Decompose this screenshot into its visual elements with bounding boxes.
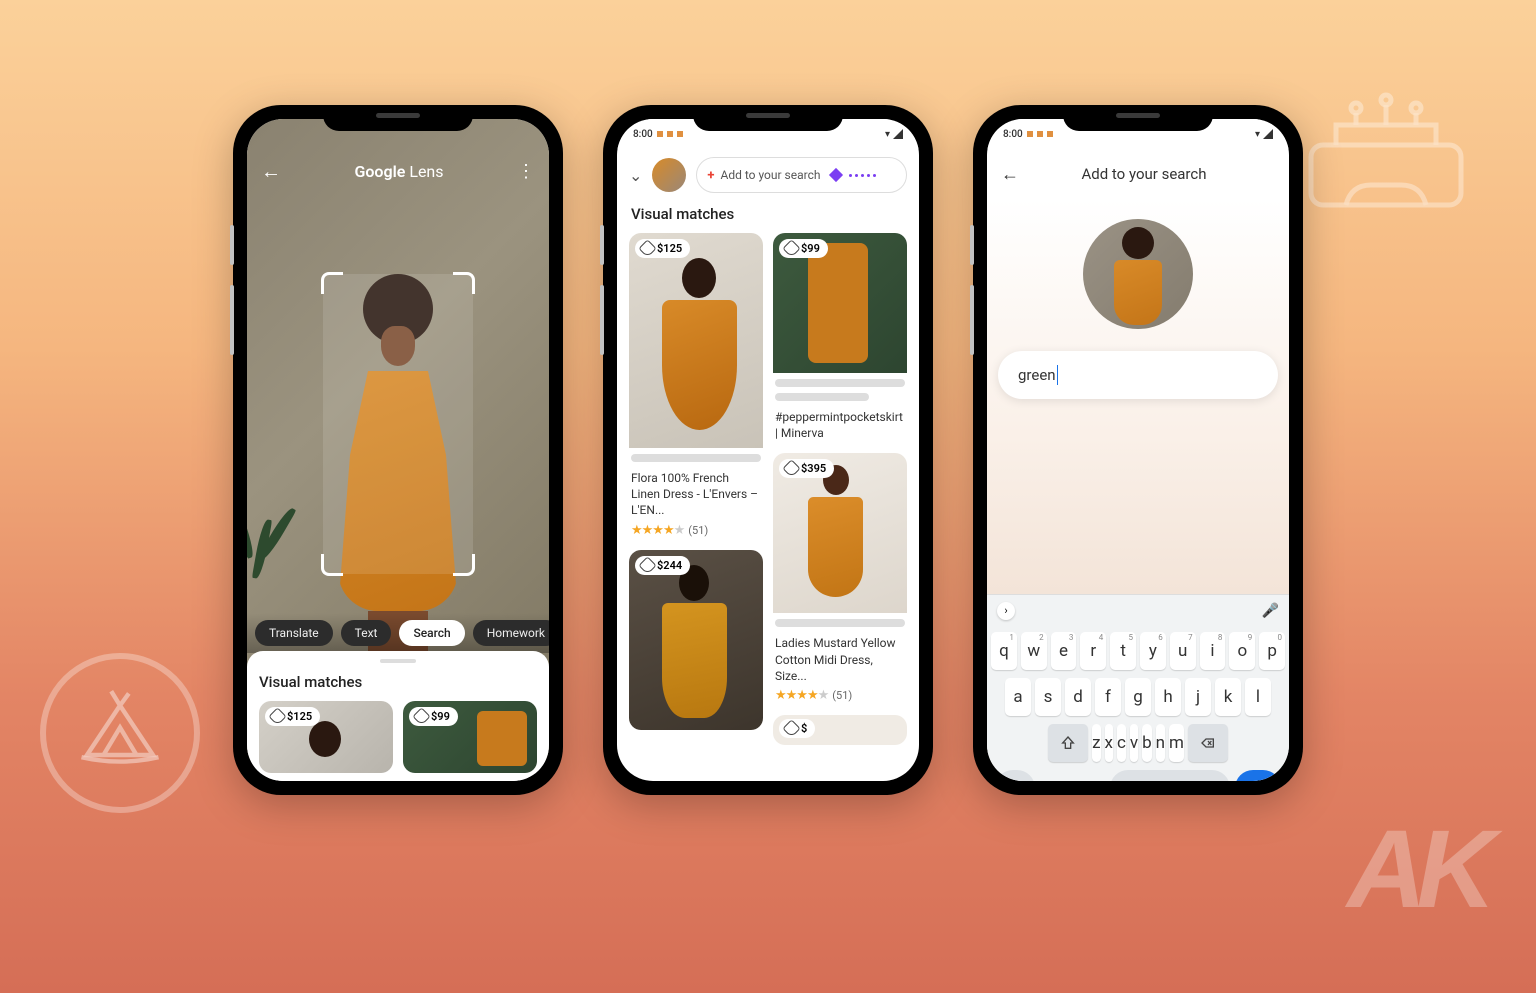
sheet-title: Visual matches [259,673,537,691]
expand-chevron-icon[interactable]: › [997,602,1015,620]
key-n[interactable]: n [1156,724,1165,762]
lens-crop-selection[interactable] [323,274,473,574]
search-submit-key[interactable] [1235,770,1281,781]
keyboard-suggestion-strip[interactable]: › 🎤 [987,594,1289,626]
language-switch-key[interactable]: 🌐 [1075,770,1105,781]
decoration-vr-icon [1296,90,1476,220]
status-time: 8:00 [633,129,653,140]
price-tag: $244 [635,556,690,575]
key-c[interactable]: c [1117,724,1126,762]
query-thumbnail[interactable] [652,158,686,192]
phone-3-add-to-search: 8:00 ▾ ← Add to your search green › 🎤 [973,105,1303,795]
mic-icon[interactable]: 🎤 [1262,603,1279,619]
key-y[interactable]: y6 [1140,632,1166,670]
more-menu-icon[interactable]: ⋮ [517,161,535,182]
key-b[interactable]: b [1142,724,1152,762]
chip-translate[interactable]: Translate [255,620,333,646]
key-e[interactable]: e3 [1051,632,1077,670]
result-rating: ★★★★★ (51) [773,686,907,705]
key-m[interactable]: m [1169,724,1184,762]
phone-1-google-lens: 8:00 ▾ ← Google Lens ⋮ Translate Text Se… [233,105,563,795]
collapse-chevron-icon[interactable]: ⌄ [629,166,642,185]
price-tag: $395 [779,459,834,478]
price-tag: $99 [409,707,458,726]
price-tag: $ [779,719,815,738]
back-arrow-icon[interactable]: ← [261,159,281,184]
price-tag: $99 [779,239,828,258]
chip-homework[interactable]: Homework [473,620,549,646]
key-f[interactable]: f [1095,678,1121,716]
emoji-key[interactable]: ☺ [1040,770,1070,781]
result-card[interactable]: $125 Flora 100% French Linen Dress - L'E… [629,233,763,540]
key-t[interactable]: t5 [1110,632,1136,670]
search-text-input[interactable]: green [998,351,1278,399]
key-g[interactable]: g [1125,678,1151,716]
key-h[interactable]: h [1155,678,1181,716]
sparkle-icon [828,168,842,182]
key-p[interactable]: p0 [1259,632,1285,670]
backspace-key[interactable] [1188,724,1228,762]
key-z[interactable]: z [1092,724,1100,762]
symbols-key[interactable]: ?123 [995,770,1035,781]
sheet-drag-handle[interactable] [380,659,416,663]
result-card[interactable]: $ [773,715,907,745]
status-time: 8:00 [1003,129,1023,140]
result-title: #peppermintpocketskirt | Minerva [773,403,907,443]
lens-app-title: Google Lens [354,162,443,181]
add-to-search-pill[interactable]: + Add to your search [696,157,907,193]
result-card[interactable]: $244 [629,550,763,730]
result-card[interactable]: $99 #peppermintpocketskirt | Minerva [773,233,907,443]
key-i[interactable]: i8 [1200,632,1226,670]
results-bottom-sheet[interactable]: Visual matches $125 $99 [247,651,549,781]
key-a[interactable]: a [1005,678,1031,716]
decoration-camping-badge [40,653,200,813]
key-l[interactable]: l [1245,678,1271,716]
on-screen-keyboard: q1w2e3r4t5y6u7i8o9p0 asdfghjkl zxcvbnm ?… [987,626,1289,781]
key-u[interactable]: u7 [1170,632,1196,670]
query-image-thumbnail[interactable] [1083,219,1193,329]
page-title: Add to your search [1013,165,1275,183]
key-s[interactable]: s [1035,678,1061,716]
result-card[interactable]: $99 [403,701,537,773]
section-title: Visual matches [617,201,919,233]
result-title: Ladies Mustard Yellow Cotton Midi Dress,… [773,629,907,686]
key-d[interactable]: d [1065,678,1091,716]
lens-mode-chips: Translate Text Search Homework Shop [247,613,549,653]
key-q[interactable]: q1 [991,632,1017,670]
key-j[interactable]: j [1185,678,1211,716]
search-input-value: green [1018,366,1056,384]
chip-text[interactable]: Text [341,620,392,646]
google-plus-icon: + [707,168,714,183]
result-card[interactable]: $395 Ladies Mustard Yellow Cotton Midi D… [773,453,907,705]
key-x[interactable]: x [1105,724,1113,762]
result-card[interactable]: $125 [259,701,393,773]
key-o[interactable]: o9 [1229,632,1255,670]
key-w[interactable]: w2 [1021,632,1047,670]
price-tag: $125 [635,239,690,258]
phone-2-visual-matches: 8:00 ▾ ⌄ + Add to your search Visual mat… [603,105,933,795]
key-v[interactable]: v [1130,724,1138,762]
result-rating: ★★★★★ (51) [629,521,763,540]
result-title: Flora 100% French Linen Dress - L'Envers… [629,464,763,521]
spacebar-key[interactable]: English [1110,770,1230,781]
key-r[interactable]: r4 [1080,632,1106,670]
search-pill-label: Add to your search [721,168,821,182]
chip-search[interactable]: Search [399,620,464,646]
shift-key[interactable] [1048,724,1088,762]
price-tag: $125 [265,707,320,726]
decoration-ak-logo: AK [1347,806,1486,933]
key-k[interactable]: k [1215,678,1241,716]
